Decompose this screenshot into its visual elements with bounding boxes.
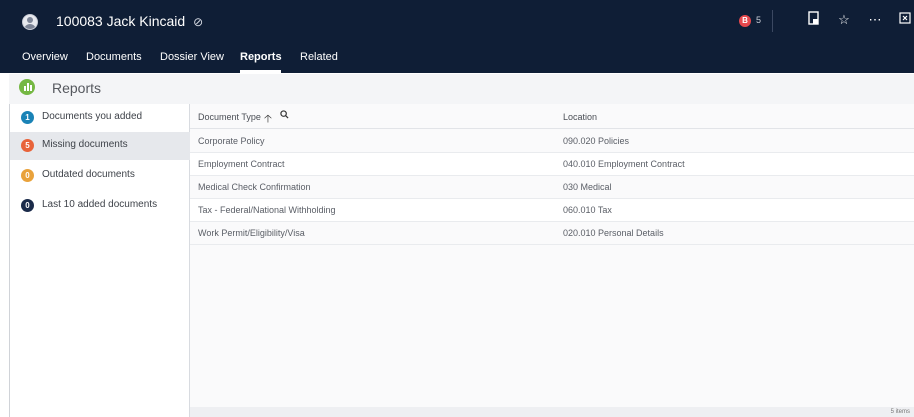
item-count: 5 items bbox=[890, 409, 910, 415]
table-row[interactable]: Tax - Federal/National Withholding 060.0… bbox=[190, 199, 914, 222]
count-badge: 5 bbox=[21, 139, 34, 152]
count-badge: 0 bbox=[21, 169, 34, 182]
cell-document-type: Employment Contract bbox=[198, 159, 285, 169]
sort-ascending-icon[interactable]: 🡡 bbox=[264, 110, 272, 129]
more-icon[interactable]: ⋯ bbox=[866, 11, 884, 29]
column-header-location[interactable]: Location bbox=[563, 112, 597, 122]
document-icon[interactable] bbox=[805, 11, 823, 29]
cell-location: 040.010 Employment Contract bbox=[563, 159, 685, 169]
report-item-label: Last 10 added documents bbox=[42, 199, 158, 210]
header-divider bbox=[772, 10, 773, 32]
dossier-title-text: 100083 Jack Kincaid bbox=[56, 13, 186, 29]
cell-location: 020.010 Personal Details bbox=[563, 228, 664, 238]
collapse-panel-icon[interactable] bbox=[896, 11, 914, 29]
report-item-last-10-added[interactable]: 0 Last 10 added documents bbox=[10, 192, 190, 220]
notification-count: 5 bbox=[756, 15, 762, 25]
page-header bbox=[9, 74, 914, 104]
cell-document-type: Tax - Federal/National Withholding bbox=[198, 205, 336, 215]
avatar[interactable] bbox=[22, 14, 38, 30]
table-row[interactable]: Corporate Policy 090.020 Policies bbox=[190, 130, 914, 153]
notification-badge[interactable]: B bbox=[739, 15, 751, 27]
report-item-missing-documents[interactable]: 5 Missing documents bbox=[10, 132, 190, 160]
search-icon[interactable] bbox=[280, 110, 289, 122]
status-icon: ⊘ bbox=[193, 15, 204, 29]
table-row[interactable]: Employment Contract 040.010 Employment C… bbox=[190, 153, 914, 176]
cell-document-type: Medical Check Confirmation bbox=[198, 182, 311, 192]
tab-dossier-view[interactable]: Dossier View bbox=[160, 51, 224, 63]
count-badge: 0 bbox=[21, 199, 34, 212]
tab-bar: Overview Documents Dossier View Reports … bbox=[0, 48, 914, 73]
page-title: Reports bbox=[52, 80, 102, 96]
report-item-outdated-documents[interactable]: 0 Outdated documents bbox=[10, 162, 190, 190]
documents-table: Document Type 🡡 Location Corporate Polic… bbox=[190, 104, 914, 417]
cell-document-type: Corporate Policy bbox=[198, 136, 265, 146]
tab-related[interactable]: Related bbox=[300, 51, 338, 63]
column-header-document-type[interactable]: Document Type bbox=[198, 112, 261, 122]
report-list: 1 Documents you added 5 Missing document… bbox=[10, 104, 190, 417]
cell-location: 090.020 Policies bbox=[563, 136, 630, 146]
report-item-label: Documents you added bbox=[42, 111, 143, 122]
report-item-label: Outdated documents bbox=[42, 169, 135, 180]
table-header: Document Type 🡡 Location bbox=[190, 104, 914, 129]
star-icon[interactable]: ☆ bbox=[835, 11, 853, 29]
tab-reports[interactable]: Reports bbox=[240, 51, 282, 63]
active-tab-indicator bbox=[240, 70, 281, 73]
dossier-title: 100083 Jack Kincaid ⊘ bbox=[56, 13, 203, 29]
count-badge: 1 bbox=[21, 111, 34, 124]
cell-document-type: Work Permit/Eligibility/Visa bbox=[198, 228, 305, 238]
table-row[interactable]: Work Permit/Eligibility/Visa 020.010 Per… bbox=[190, 222, 914, 245]
cell-location: 030 Medical bbox=[563, 182, 612, 192]
table-row[interactable]: Medical Check Confirmation 030 Medical bbox=[190, 176, 914, 199]
cell-location: 060.010 Tax bbox=[563, 205, 612, 215]
reports-icon bbox=[19, 79, 35, 95]
tab-overview[interactable]: Overview bbox=[22, 51, 68, 63]
report-item-label: Missing documents bbox=[42, 139, 128, 150]
tab-documents[interactable]: Documents bbox=[86, 51, 142, 63]
report-item-documents-added[interactable]: 1 Documents you added bbox=[10, 104, 190, 132]
table-footer: 5 items bbox=[190, 407, 914, 417]
